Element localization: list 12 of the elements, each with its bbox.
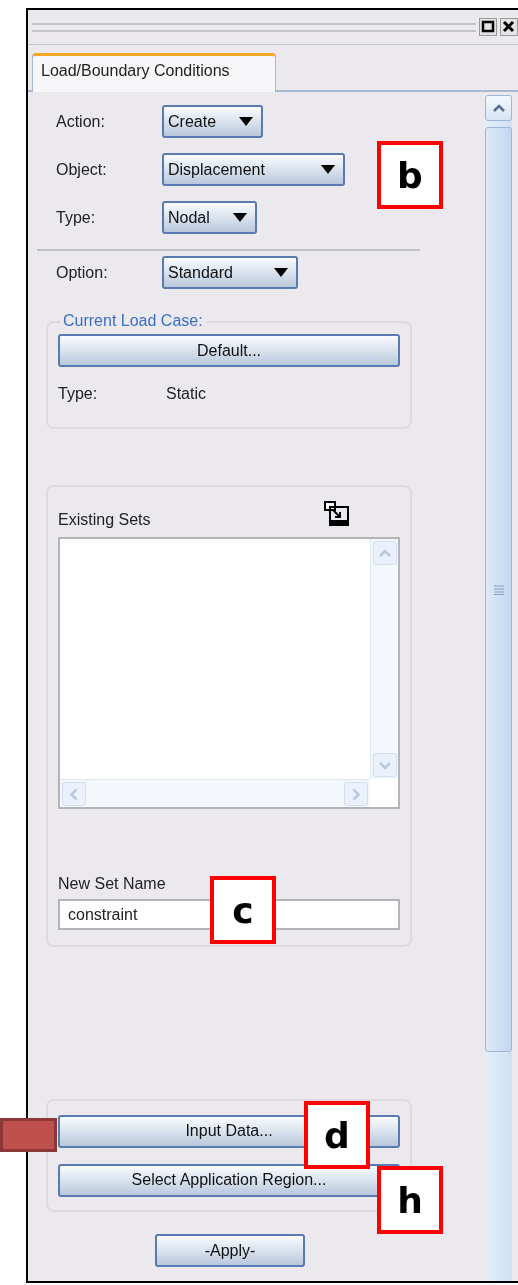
callout-tooltip: d [304,1101,370,1169]
field-value: Static [166,384,206,403]
field-label: Option: [56,263,109,282]
field-label: Action: [56,112,106,131]
callout-tooltip: b [377,141,443,209]
field-label: New Set Name [58,875,167,893]
callout-tooltip: h [377,1166,443,1234]
callout-tooltip: c [210,876,276,944]
list-label: Existing Sets [58,511,151,529]
field-label: Object: [56,160,108,179]
field-label: Type: [56,208,97,227]
field-label: Type: [58,384,99,403]
